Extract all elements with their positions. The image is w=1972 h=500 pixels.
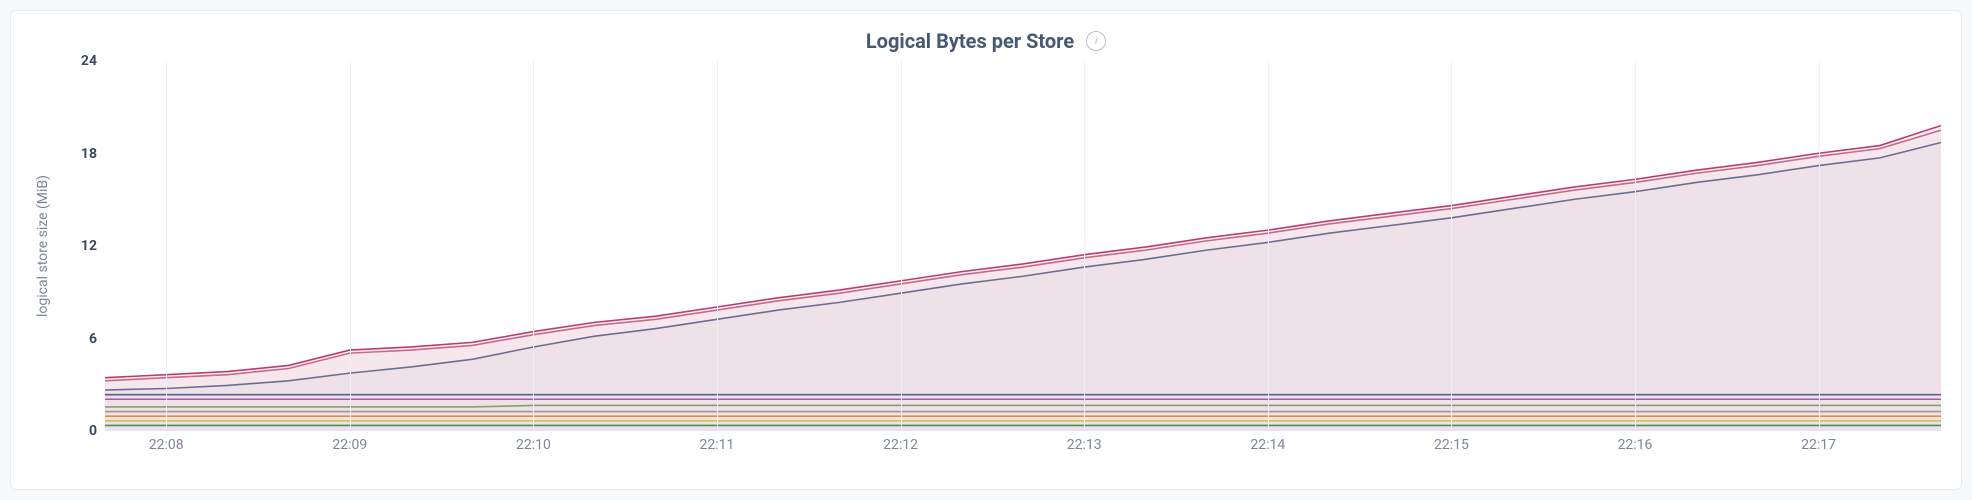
plot-wrap: 22:08 22:09 22:10 22:11 22:12 22:13 22:14 22:15…	[105, 61, 1941, 461]
y-tick: 0	[89, 423, 97, 439]
gridline-vertical	[1084, 61, 1085, 430]
gridline-vertical	[1268, 61, 1269, 430]
x-tick: 22:16	[1618, 437, 1653, 453]
x-tick: 22:17	[1801, 437, 1836, 453]
y-axis-label: logical store size (MiB)	[31, 61, 55, 431]
x-tick: 22:15	[1434, 437, 1469, 453]
y-tick: 24	[81, 53, 97, 69]
panel-header: Logical Bytes per Store i	[31, 29, 1941, 53]
chart-svg	[105, 61, 1941, 430]
y-axis-ticks: 06121824	[55, 61, 105, 431]
panel-title: Logical Bytes per Store	[866, 29, 1074, 53]
gridline-vertical	[717, 61, 718, 430]
x-tick: 22:09	[332, 437, 367, 453]
plot[interactable]	[105, 61, 1941, 431]
x-tick: 22:12	[883, 437, 918, 453]
y-tick: 12	[81, 238, 97, 254]
x-tick: 22:13	[1067, 437, 1102, 453]
y-tick: 18	[81, 146, 97, 162]
gridline-vertical	[1451, 61, 1452, 430]
x-tick: 22:08	[149, 437, 184, 453]
y-tick: 6	[89, 331, 97, 347]
gridline-vertical	[1819, 61, 1820, 430]
chart-area: logical store size (MiB) 06121824 22:082…	[31, 61, 1941, 461]
gridline-vertical	[533, 61, 534, 430]
gridline-vertical	[1635, 61, 1636, 430]
x-tick: 22:10	[516, 437, 551, 453]
x-tick: 22:14	[1250, 437, 1285, 453]
x-tick: 22:11	[700, 437, 735, 453]
x-axis: 22:08 22:09 22:10 22:11 22:12 22:13 22:14 22:15…	[105, 431, 1941, 461]
chart-panel: Logical Bytes per Store i logical store …	[10, 10, 1962, 490]
gridline-vertical	[901, 61, 902, 430]
gridline-vertical	[350, 61, 351, 430]
gridline-vertical	[166, 61, 167, 430]
info-icon[interactable]: i	[1086, 31, 1106, 51]
